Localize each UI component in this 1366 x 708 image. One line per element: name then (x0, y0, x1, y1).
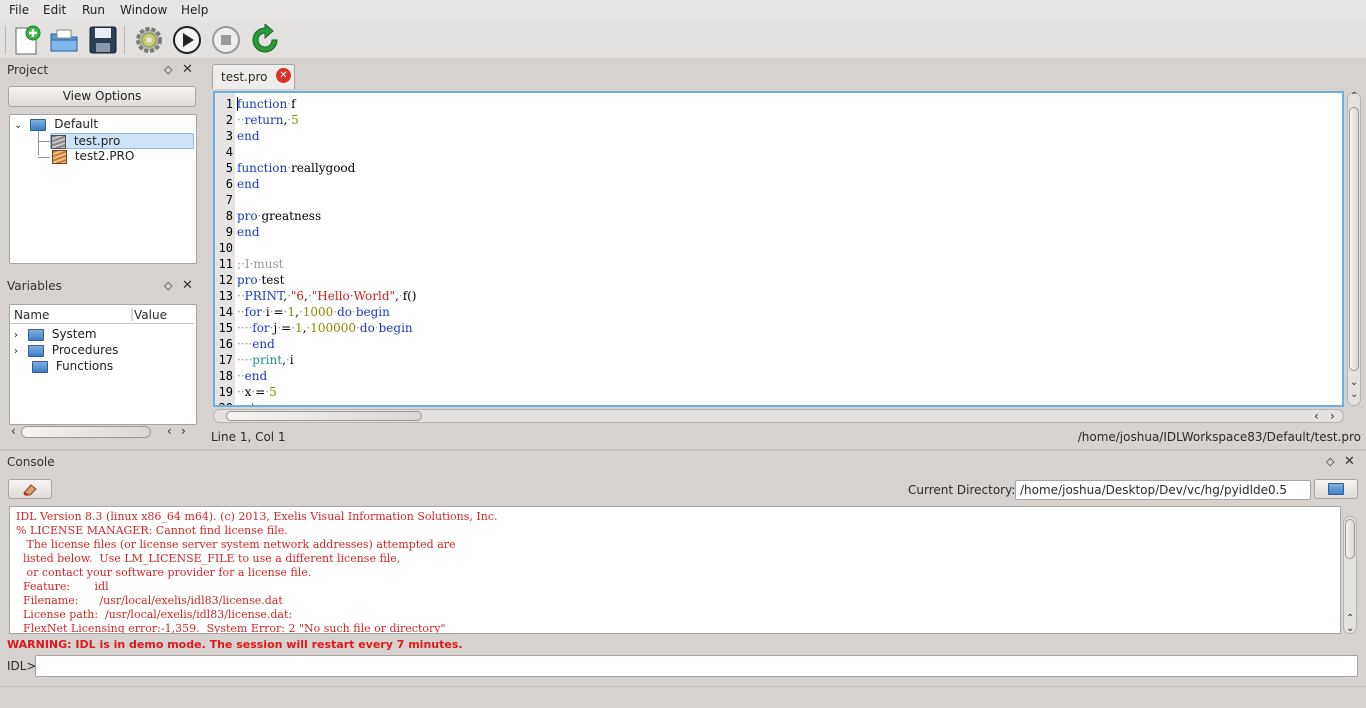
tree-item-procedures[interactable]: › Procedures (14, 343, 118, 359)
console-line: Feature: idl (16, 580, 109, 593)
tree-item-test-pro[interactable]: test.pro (50, 133, 194, 149)
menu-window[interactable]: Window (120, 3, 167, 17)
line-number: 7 (225, 193, 233, 207)
open-file-icon[interactable] (48, 24, 80, 56)
settings-icon[interactable] (133, 24, 165, 56)
line-number: 3 (225, 129, 233, 143)
line-number: 11 (218, 257, 233, 271)
console-line: IDL Version 8.3 (linux x86_64 m64). (c) … (16, 510, 498, 523)
variables-hscrollbar[interactable]: ‹ ‹ › (9, 424, 195, 439)
line-number: 18 (218, 369, 233, 383)
tree-item-functions[interactable]: Functions (28, 359, 113, 375)
line-number: 8 (225, 209, 233, 223)
idl-command-input[interactable] (35, 655, 1358, 677)
tree-item-system[interactable]: › System (14, 327, 97, 343)
line-number: 2 (225, 113, 233, 127)
line-number: 14 (218, 305, 233, 319)
column-header-value[interactable]: Value (134, 308, 167, 322)
tree-item-default[interactable]: ⌄ Default (14, 117, 98, 133)
close-icon[interactable]: ✕ (1344, 454, 1355, 469)
float-icon[interactable]: ◇ (164, 279, 172, 292)
clear-console-button[interactable] (8, 479, 52, 499)
reset-icon[interactable] (249, 22, 281, 56)
run-icon[interactable] (171, 24, 203, 56)
status-bar (0, 686, 1366, 708)
tab-test-pro[interactable]: test.pro ✕ (212, 64, 295, 89)
line-number: 5 (225, 161, 233, 175)
editor-hscrollbar[interactable]: ‹ › (213, 409, 1344, 423)
close-tab-icon[interactable]: ✕ (276, 68, 291, 83)
project-tree: ⌄ Default test.pro test2.PRO (9, 114, 197, 264)
line-number: 13 (218, 289, 233, 303)
menu-edit[interactable]: Edit (43, 3, 66, 17)
current-directory-label: Current Directory: (908, 483, 1016, 497)
line-number: 15 (218, 321, 233, 335)
folder-icon (28, 328, 44, 341)
new-file-icon[interactable] (10, 24, 42, 56)
console-line: License path: /usr/local/exelis/idl83/li… (16, 608, 293, 621)
idl-prompt-label: IDL> (7, 659, 37, 673)
folder-icon (1328, 483, 1344, 495)
code-editor[interactable]: 1234567891011121314151617181920 function… (213, 91, 1344, 407)
menu-run[interactable]: Run (82, 3, 105, 17)
browse-directory-button[interactable] (1314, 479, 1358, 499)
line-number: 19 (218, 385, 233, 399)
folder-icon (28, 344, 44, 357)
line-number: 10 (218, 241, 233, 255)
line-number: 17 (218, 353, 233, 367)
editor-vscrollbar[interactable]: ⌃ ⌄ ⌄ (1347, 91, 1361, 406)
line-number: 9 (225, 225, 233, 239)
view-options-button[interactable]: View Options (8, 86, 196, 107)
console-output[interactable]: IDL Version 8.3 (linux x86_64 m64). (c) … (9, 506, 1341, 634)
folder-icon (30, 118, 47, 131)
close-icon[interactable]: ✕ (182, 278, 193, 293)
toolbar (0, 22, 1366, 58)
console-line: Filename: /usr/local/exelis/idl83/licens… (16, 594, 283, 607)
variables-tree: Name | Value › System › Procedures Funct… (9, 304, 197, 425)
line-number: 16 (218, 337, 233, 351)
line-number: 20 (215, 400, 233, 405)
eraser-icon (23, 484, 37, 496)
close-icon[interactable]: ✕ (182, 62, 193, 77)
file-path: /home/joshua/IDLWorkspace83/Default/test… (1077, 430, 1361, 444)
line-number: 1 (225, 97, 233, 111)
line-number: 4 (225, 145, 233, 159)
console-line: % LICENSE MANAGER: Cannot find license f… (16, 524, 288, 537)
pro-file-icon (52, 149, 67, 164)
console-vscrollbar[interactable]: ⌃ ⌄ (1343, 516, 1357, 634)
current-directory-field[interactable]: /home/joshua/Desktop/Dev/vc/hg/pyidlde0.… (1015, 480, 1311, 500)
variables-panel-title: Variables (7, 279, 62, 293)
save-icon[interactable] (87, 24, 119, 56)
line-number: 12 (218, 273, 233, 287)
project-panel-title: Project (7, 63, 49, 77)
console-line: listed below. Use LM_LICENSE_FILE to use… (16, 552, 401, 565)
menu-help[interactable]: Help (181, 3, 208, 17)
splitter[interactable] (0, 449, 1366, 451)
folder-icon (32, 360, 48, 373)
menu-bar: File Edit Run Window Help (0, 0, 1366, 22)
tree-item-test2-pro[interactable]: test2.PRO (52, 149, 134, 165)
column-header-name[interactable]: Name (14, 308, 49, 322)
line-number: 6 (225, 177, 233, 191)
float-icon[interactable]: ◇ (1326, 455, 1334, 468)
cursor-position: Line 1, Col 1 (211, 430, 286, 444)
menu-file[interactable]: File (9, 3, 29, 17)
console-line: or contact your software provider for a … (16, 566, 312, 579)
pro-file-icon (51, 134, 66, 149)
float-icon[interactable]: ◇ (164, 63, 172, 76)
console-line: FlexNet Licensing error:-1,359. System E… (16, 622, 446, 634)
stop-icon[interactable] (210, 24, 242, 56)
console-panel-title: Console (7, 455, 55, 469)
demo-warning: WARNING: IDL is in demo mode. The sessio… (7, 638, 463, 651)
console-line: The license files (or license server sys… (16, 538, 456, 551)
